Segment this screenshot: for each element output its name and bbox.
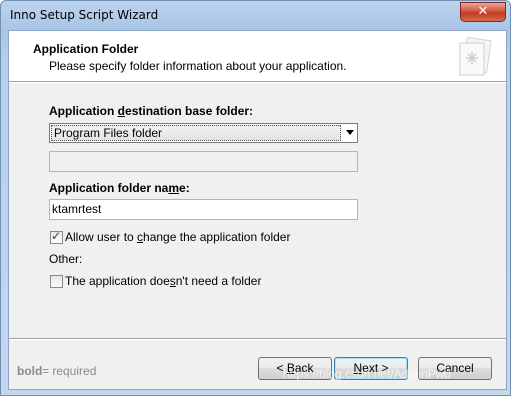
watermark-text: https://blog.csdn.net/AdminPwd [283,367,452,381]
close-icon: ✕ [477,4,489,19]
no-folder-checkbox[interactable] [50,275,63,288]
wizard-document-icon [459,37,492,76]
no-folder-label[interactable]: The application doesn't need a folder [65,274,261,288]
dest-base-selected: Program Files folder [51,125,341,141]
allow-change-checkbox[interactable]: ✓ [50,229,63,244]
page-title: Application Folder [33,42,139,56]
dest-base-label: Application destination base folder: [49,104,253,118]
folder-name-label-post: e: [179,181,190,195]
allow-change-label-post: hange the application folder [143,230,291,244]
no-folder-label-pre: The application doe [65,274,170,288]
wizard-client-area: Application Folder Please specify folder… [8,30,507,390]
window-title: Inno Setup Script Wizard [10,8,159,22]
folder-name-label-accel: m [168,181,180,195]
wizard-window: Inno Setup Script Wizard ✕ Application F… [0,0,511,396]
page-subtitle: Please specify folder information about … [49,59,347,73]
footer-divider [9,338,506,340]
close-button[interactable]: ✕ [460,2,506,22]
dest-base-label-pre: Application [49,104,118,118]
legend-required-text: = required [42,364,97,378]
page-header: Application Folder Please specify folder… [9,31,506,81]
dest-base-label-post: estination base folder: [125,104,254,118]
other-label: Other: [49,252,83,266]
title-bar[interactable]: Inno Setup Script Wizard ✕ [1,1,510,29]
allow-change-label[interactable]: Allow user to change the application fol… [65,230,290,244]
folder-name-label: Application folder name: [49,181,190,195]
allow-change-label-pre: Allow user to [65,230,138,244]
folder-name-input[interactable]: ktamrtest [49,199,358,220]
folder-name-label-pre: Application folder na [49,181,169,195]
legend-bold-text: bold [17,364,43,378]
no-folder-label-post: n't need a folder [175,274,262,288]
custom-base-folder-field [49,151,358,172]
header-divider [9,81,506,83]
dest-base-select[interactable]: Program Files folder [49,123,358,143]
dest-base-label-accel: d [117,104,126,118]
chevron-down-icon[interactable] [346,130,354,135]
checkmark-icon: ✓ [51,229,62,243]
